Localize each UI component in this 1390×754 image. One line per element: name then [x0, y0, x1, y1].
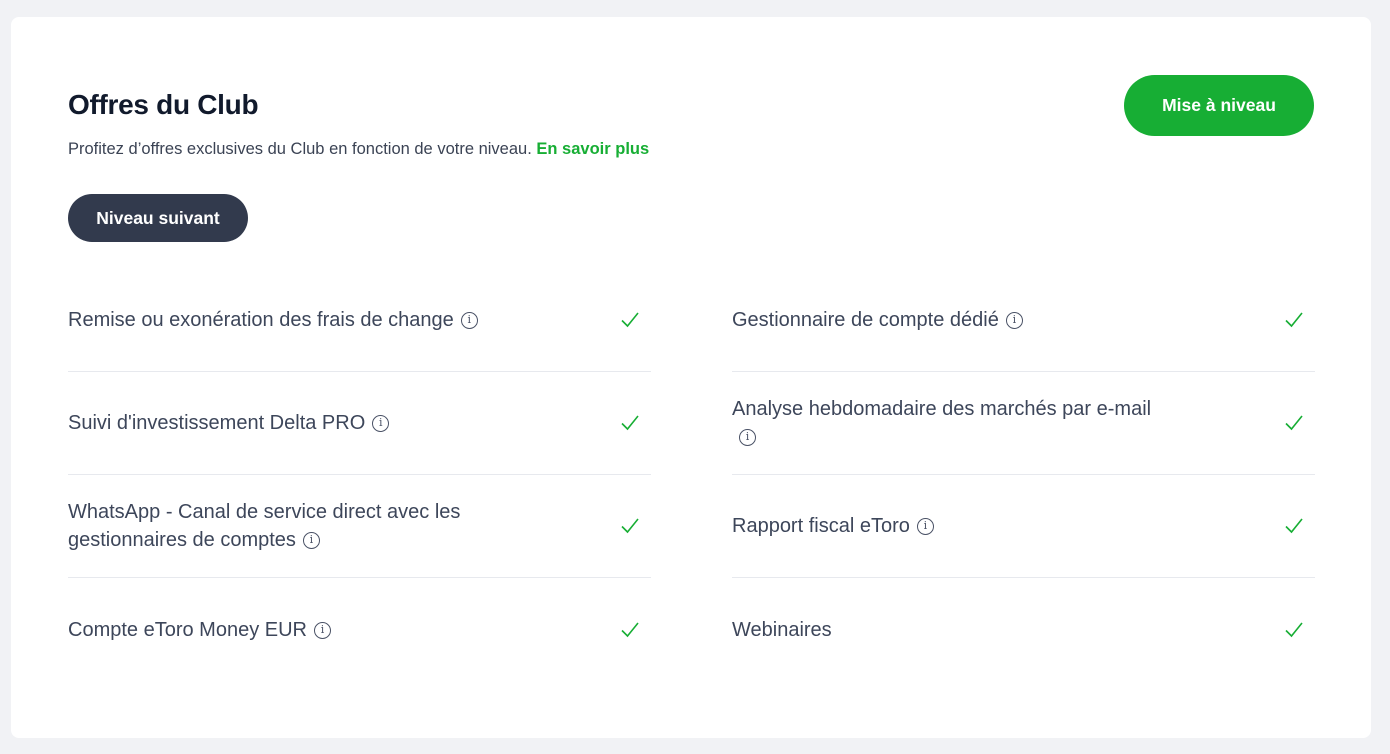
subtitle-text: Profitez d’offres exclusives du Club en … [68, 140, 532, 158]
benefits-column-left: Remise ou exonération des frais de chang… [68, 269, 651, 681]
benefit-row: WhatsApp - Canal de service direct avec … [68, 475, 651, 578]
checkmark-icon [1285, 518, 1303, 534]
checkmark-icon [621, 621, 639, 637]
checkmark-icon [621, 415, 639, 431]
club-offers-card: Offres du Club Profitez d’offres exclusi… [11, 17, 1371, 738]
info-icon[interactable]: i [916, 518, 934, 535]
subtitle: Profitez d’offres exclusives du Club en … [68, 140, 649, 159]
benefit-label: Webinaires [732, 618, 832, 641]
checkmark-icon [1285, 415, 1303, 431]
info-icon[interactable]: i [739, 429, 756, 446]
benefit-label: Gestionnaire de compte dédié i [732, 306, 1023, 334]
benefit-row: Rapport fiscal eToro i [732, 475, 1315, 578]
checkmark-icon [621, 518, 639, 534]
checkmark-icon [1285, 312, 1303, 328]
info-icon[interactable]: i [372, 415, 390, 432]
next-level-button[interactable]: Niveau suivant [68, 194, 248, 242]
checkmark-icon [621, 312, 639, 328]
benefit-row: Analyse hebdomadaire des marchés par e-m… [732, 372, 1315, 475]
benefit-label: Suivi d'investissement Delta PRO i [68, 409, 390, 437]
benefit-label: Rapport fiscal eToro i [732, 512, 934, 540]
info-icon[interactable]: i [302, 532, 320, 549]
benefit-label: Analyse hebdomadaire des marchés par e-m… [732, 395, 1172, 451]
info-icon[interactable]: i [1005, 312, 1023, 329]
benefit-row: Compte eToro Money EUR i [68, 578, 651, 681]
page-title: Offres du Club [68, 89, 259, 120]
benefit-label: Compte eToro Money EUR i [68, 616, 331, 644]
benefit-row: Gestionnaire de compte dédié i [732, 269, 1315, 372]
benefit-label: WhatsApp - Canal de service direct avec … [68, 501, 461, 551]
upgrade-button[interactable]: Mise à niveau [1124, 75, 1314, 136]
checkmark-icon [1285, 621, 1303, 637]
benefit-row: Webinaires [732, 578, 1315, 681]
benefit-row: Suivi d'investissement Delta PRO i [68, 372, 651, 475]
benefits-column-right: Gestionnaire de compte dédié i Analyse he… [732, 269, 1315, 681]
learn-more-link[interactable]: En savoir plus [536, 140, 649, 158]
info-icon[interactable]: i [460, 312, 478, 329]
benefit-row: Remise ou exonération des frais de chang… [68, 269, 651, 372]
info-icon[interactable]: i [313, 621, 331, 639]
benefit-label: Remise ou exonération des frais de chang… [68, 306, 478, 334]
